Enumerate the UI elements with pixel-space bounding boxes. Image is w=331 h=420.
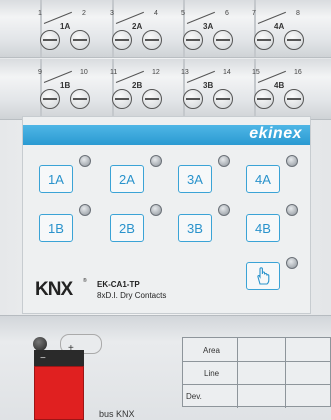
terminal-group-4b: 15 16 4B xyxy=(248,67,312,115)
led-4b xyxy=(286,204,298,216)
channel-button-1a[interactable]: 1A xyxy=(39,165,73,193)
prog-indicator xyxy=(33,337,47,351)
terminal-group-2a: 3 4 2A xyxy=(106,6,170,54)
terminal-label: 2A xyxy=(132,22,143,31)
brand-bar: ekinex xyxy=(23,125,310,145)
plus-terminal: + xyxy=(68,343,74,354)
screw-icon[interactable] xyxy=(183,89,203,109)
address-table: Area Line Dev. xyxy=(182,337,331,408)
product-description: 8xD.I. Dry Contacts xyxy=(97,291,167,300)
screw-icon[interactable] xyxy=(213,89,233,109)
terminal-rail-mid: 9 10 1B 11 12 2B 13 14 3B 15 16 4B xyxy=(0,59,331,120)
led-3b xyxy=(218,204,230,216)
screw-icon[interactable] xyxy=(70,30,90,50)
terminal-number: 2 xyxy=(82,10,86,17)
terminal-number: 4 xyxy=(154,10,158,17)
terminal-group-1a: 1 2 1A xyxy=(34,6,98,54)
channel-button-4a[interactable]: 4A xyxy=(246,165,280,193)
terminal-group-1b: 9 10 1B xyxy=(34,67,98,115)
terminal-group-3a: 5 6 3A xyxy=(177,6,241,54)
channel-button-2b[interactable]: 2B xyxy=(110,214,144,242)
terminal-number: 3 xyxy=(110,10,114,17)
led-2a xyxy=(150,155,162,167)
terminal-group-2b: 11 12 2B xyxy=(106,67,170,115)
terminal-group-3b: 13 14 3B xyxy=(177,67,241,115)
terminal-number: 11 xyxy=(110,69,118,76)
screw-icon[interactable] xyxy=(254,89,274,109)
terminal-number: 14 xyxy=(223,69,231,76)
knx-device: 1 2 1A 3 4 2A 5 6 3A 7 8 4A 9 10 1B 11 1… xyxy=(0,0,331,420)
screw-icon[interactable] xyxy=(142,89,162,109)
programming-led xyxy=(286,257,298,269)
channel-button-2a[interactable]: 2A xyxy=(110,165,144,193)
terminal-label: 1B xyxy=(60,81,71,90)
minus-terminal: − xyxy=(40,353,46,364)
terminal-number: 13 xyxy=(181,69,189,76)
terminal-number: 1 xyxy=(38,10,42,17)
screw-icon[interactable] xyxy=(112,89,132,109)
terminal-label: 3B xyxy=(203,81,214,90)
screw-icon[interactable] xyxy=(112,30,132,50)
terminal-number: 15 xyxy=(252,69,260,76)
channel-button-1b[interactable]: 1B xyxy=(39,214,73,242)
bus-connector[interactable] xyxy=(34,366,84,420)
hand-pointer-icon xyxy=(257,267,270,285)
device-label: Dev. xyxy=(186,392,202,401)
bus-label: bus KNX xyxy=(99,409,135,419)
screw-icon[interactable] xyxy=(284,89,304,109)
terminal-group-4a: 7 8 4A xyxy=(248,6,312,54)
screw-icon[interactable] xyxy=(284,30,304,50)
terminal-number: 10 xyxy=(80,69,88,76)
terminal-number: 6 xyxy=(225,10,229,17)
screw-icon[interactable] xyxy=(254,30,274,50)
programming-button[interactable] xyxy=(246,262,280,290)
screw-icon[interactable] xyxy=(40,89,60,109)
led-3a xyxy=(218,155,230,167)
brand-logo: ekinex xyxy=(249,125,302,142)
terminal-label: 4B xyxy=(274,81,285,90)
led-1b xyxy=(79,204,91,216)
terminal-label: 3A xyxy=(203,22,214,31)
channel-button-3a[interactable]: 3A xyxy=(178,165,212,193)
terminal-number: 8 xyxy=(296,10,300,17)
terminal-label: 2B xyxy=(132,81,143,90)
led-1a xyxy=(79,155,91,167)
terminal-number: 9 xyxy=(38,69,42,76)
bus-section: − + bus KNX Area Line Dev. xyxy=(0,315,331,420)
terminal-rail-top: 1 2 1A 3 4 2A 5 6 3A 7 8 4A xyxy=(0,0,331,58)
screw-icon[interactable] xyxy=(213,30,233,50)
terminal-label: 1A xyxy=(60,22,71,31)
trademark: ® xyxy=(83,278,87,284)
terminal-number: 12 xyxy=(152,69,160,76)
screw-icon[interactable] xyxy=(40,30,60,50)
screw-icon[interactable] xyxy=(70,89,90,109)
line-label: Line xyxy=(204,369,220,378)
model-number: EK-CA1-TP xyxy=(97,280,140,289)
front-panel: ekinex 1A 2A 3A 4A 1B 2B 3B 4B KNX ® EK-… xyxy=(22,116,311,314)
led-4a xyxy=(286,155,298,167)
channel-button-4b[interactable]: 4B xyxy=(246,214,280,242)
area-label: Area xyxy=(203,346,220,355)
screw-icon[interactable] xyxy=(183,30,203,50)
channel-button-3b[interactable]: 3B xyxy=(178,214,212,242)
terminal-number: 5 xyxy=(181,10,185,17)
terminal-label: 4A xyxy=(274,22,285,31)
screw-icon[interactable] xyxy=(142,30,162,50)
terminal-number: 16 xyxy=(294,69,302,76)
knx-logo: KNX xyxy=(35,279,73,300)
terminal-number: 7 xyxy=(252,10,256,17)
led-2b xyxy=(150,204,162,216)
